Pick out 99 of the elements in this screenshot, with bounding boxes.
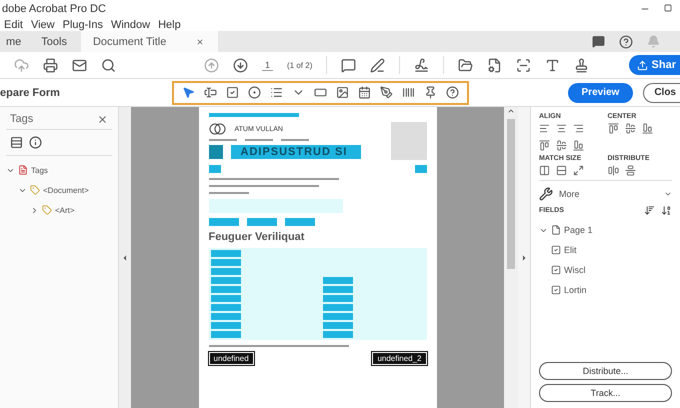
checkbox-icon [551, 265, 561, 275]
tools-icon[interactable] [539, 187, 553, 201]
align-icon[interactable] [573, 165, 584, 176]
panel-button[interactable]: Track... [539, 384, 672, 402]
pdf-icon [18, 165, 28, 175]
signature-icon[interactable] [380, 86, 393, 99]
tab[interactable]: me [0, 31, 36, 52]
page-number-field[interactable]: 1 [262, 60, 274, 70]
scan-icon[interactable] [516, 58, 532, 72]
form-field[interactable]: undefined_2 [372, 352, 426, 365]
panel-button[interactable]: Distribute... [539, 362, 672, 380]
field-item[interactable]: Wiscl [564, 265, 586, 275]
menu-item[interactable]: Window [110, 18, 150, 30]
close-button[interactable]: Clos [643, 82, 680, 102]
tree-item[interactable]: <Art> [55, 206, 75, 214]
expand-icon[interactable] [30, 206, 39, 214]
align-icon[interactable] [608, 123, 618, 134]
page-count: (1 of 2) [287, 60, 312, 70]
print-icon[interactable] [43, 58, 58, 72]
button-icon[interactable] [314, 86, 327, 99]
align-icon[interactable] [573, 140, 584, 151]
tree-item[interactable]: Tags [31, 166, 48, 174]
field-block [414, 165, 426, 173]
more-menu[interactable]: More [559, 189, 580, 199]
menu-item[interactable]: Edit [4, 18, 23, 30]
document-gear-icon[interactable] [487, 58, 502, 72]
barcode-icon[interactable] [402, 86, 415, 99]
align-icon[interactable] [556, 165, 567, 176]
pen-icon[interactable] [370, 58, 386, 72]
banner-title: ADIPSUSTRUD SI [230, 145, 360, 159]
close-icon[interactable] [196, 38, 204, 46]
form-button-shape [246, 218, 276, 226]
order-icon[interactable] [661, 205, 672, 216]
tab[interactable]: Tools [35, 31, 81, 52]
comment-icon[interactable] [341, 58, 356, 72]
align-icon[interactable] [556, 140, 567, 151]
text-field-icon[interactable] [204, 86, 217, 99]
caret-icon[interactable] [664, 190, 672, 198]
options-icon[interactable] [10, 136, 23, 149]
scroll-up-icon[interactable] [507, 107, 515, 115]
field-block [208, 165, 220, 173]
field-item[interactable]: Page 1 [564, 225, 593, 235]
maximize-icon[interactable] [664, 4, 672, 12]
calendar-icon[interactable] [358, 86, 371, 99]
checkbox-icon [551, 285, 561, 295]
tag-icon [42, 205, 52, 215]
photo-placeholder [390, 122, 426, 160]
help-icon[interactable] [619, 34, 633, 48]
pointer-icon[interactable] [182, 86, 195, 99]
field-item[interactable]: Elit [564, 245, 577, 255]
align-icon[interactable] [624, 123, 636, 134]
panel-title: epare Form [0, 86, 61, 98]
info-icon[interactable] [29, 136, 42, 149]
window-title: dobe Acrobat Pro DC [2, 3, 106, 15]
form-field[interactable]: undefined [208, 352, 254, 365]
share-button[interactable]: Shar [628, 55, 680, 75]
menu-item[interactable]: Help [158, 18, 181, 30]
checkbox-icon [551, 245, 561, 255]
share-icon [636, 60, 648, 70]
panel-title: Tags [10, 113, 34, 125]
search-icon[interactable] [101, 58, 116, 72]
align-icon[interactable] [573, 123, 584, 134]
expand-panel-icon[interactable] [520, 254, 528, 262]
section-heading: Feuguer Veriliquat [208, 231, 306, 243]
text-icon[interactable] [545, 58, 560, 72]
checkbox-icon[interactable] [226, 86, 239, 99]
folder-icon[interactable] [458, 58, 474, 72]
page-icon [551, 225, 561, 235]
align-icon[interactable] [642, 123, 652, 134]
align-icon[interactable] [624, 165, 636, 176]
tree-item[interactable]: <Document> [43, 186, 89, 194]
align-icon[interactable] [539, 165, 550, 176]
menu-item[interactable]: Plug-Ins [62, 18, 103, 30]
sign-icon[interactable] [414, 58, 430, 72]
field-item[interactable]: Lortin [564, 285, 587, 295]
mail-icon[interactable] [72, 58, 87, 72]
align-icon[interactable] [539, 123, 550, 134]
align-icon[interactable] [539, 140, 550, 151]
scrollbar-thumb[interactable] [507, 119, 515, 269]
close-icon[interactable] [97, 114, 108, 124]
pin-icon[interactable] [424, 86, 437, 99]
align-icon[interactable] [556, 123, 567, 134]
sort-icon[interactable] [644, 205, 655, 216]
tag-icon [30, 185, 40, 195]
form-button-shape [284, 218, 314, 226]
list-box-icon[interactable] [270, 86, 283, 99]
tab[interactable]: Document Title [80, 31, 218, 52]
align-icon[interactable] [608, 165, 618, 176]
menu-item[interactable]: View [30, 18, 55, 30]
banner-block [208, 145, 222, 159]
preview-button[interactable]: Preview [568, 82, 634, 102]
stamp-icon[interactable] [574, 58, 590, 72]
radio-button-icon[interactable] [248, 86, 261, 99]
image-icon[interactable] [336, 86, 349, 99]
chat-icon[interactable] [592, 35, 605, 48]
logo-icon [208, 123, 226, 135]
form-button-shape [208, 218, 238, 226]
help-icon[interactable] [446, 86, 459, 99]
collapse-icon[interactable] [121, 254, 129, 262]
